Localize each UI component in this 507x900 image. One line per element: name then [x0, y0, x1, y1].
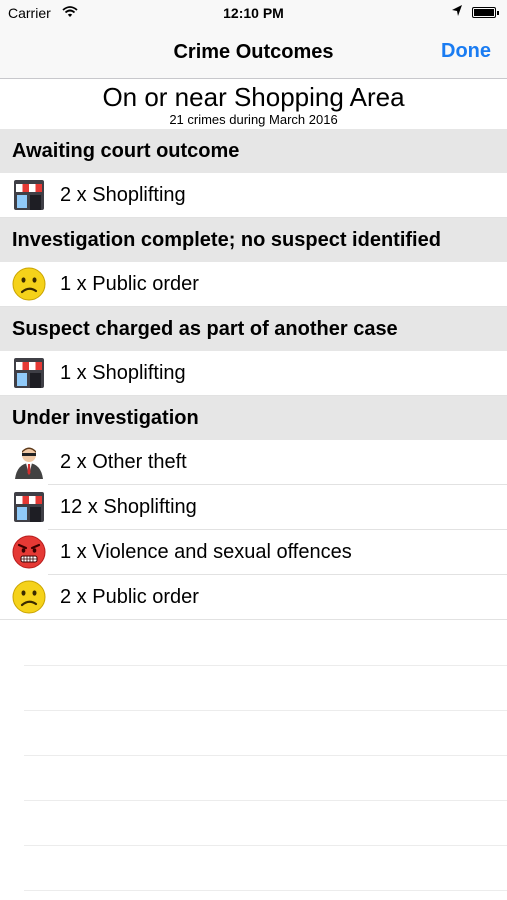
section-header: Suspect charged as part of another case: [0, 307, 507, 351]
area-subtitle: 21 crimes during March 2016: [169, 112, 338, 127]
list-item-label: 2 x Public order: [60, 586, 199, 608]
done-button[interactable]: Done: [441, 40, 491, 63]
list-item[interactable]: 1 x Violence and sexual offences: [0, 530, 507, 575]
worried-face-icon: [12, 267, 46, 301]
shop-icon: [14, 180, 44, 210]
list-item[interactable]: 2 x Other theft: [0, 440, 507, 485]
area-header: On or near Shopping Area 21 crimes durin…: [0, 79, 507, 129]
empty-row-divider: [0, 666, 507, 711]
nav-title: Crime Outcomes: [173, 41, 334, 63]
list-item[interactable]: 1 x Shoplifting: [0, 351, 507, 396]
status-bar: Carrier 12:10 PM: [0, 0, 507, 28]
list-item-label: 12 x Shoplifting: [60, 496, 197, 518]
location-arrow-icon: [451, 4, 463, 21]
list-item[interactable]: 12 x Shoplifting: [0, 485, 507, 530]
section-header: Awaiting court outcome: [0, 129, 507, 173]
empty-row-divider: [0, 621, 507, 666]
list-item-label: 1 x Shoplifting: [60, 362, 186, 384]
thief-icon: [15, 447, 43, 479]
shop-icon: [14, 492, 44, 522]
list-item[interactable]: 2 x Public order: [0, 575, 507, 620]
crime-outcome-list: Awaiting court outcome 2 x Shoplifting I…: [0, 129, 507, 620]
area-title: On or near Shopping Area: [102, 82, 405, 112]
list-item[interactable]: 1 x Public order: [0, 262, 507, 307]
section-header: Investigation complete; no suspect ident…: [0, 218, 507, 262]
list-item-label: 1 x Violence and sexual offences: [60, 541, 352, 563]
navigation-bar: Crime Outcomes Done: [0, 28, 507, 79]
battery-icon: [472, 7, 499, 18]
empty-row-divider: [0, 756, 507, 801]
angry-face-icon: [12, 535, 46, 569]
worried-face-icon: [12, 580, 46, 614]
list-item-label: 2 x Other theft: [60, 451, 187, 473]
list-item[interactable]: 2 x Shoplifting: [0, 173, 507, 218]
empty-row-divider: [0, 711, 507, 756]
list-item-label: 1 x Public order: [60, 273, 199, 295]
empty-list-area: [0, 621, 507, 891]
shop-icon: [14, 358, 44, 388]
list-item-label: 2 x Shoplifting: [60, 184, 186, 206]
status-time: 12:10 PM: [223, 5, 284, 21]
empty-row-divider: [0, 846, 507, 891]
section-header: Under investigation: [0, 396, 507, 440]
empty-row-divider: [0, 801, 507, 846]
